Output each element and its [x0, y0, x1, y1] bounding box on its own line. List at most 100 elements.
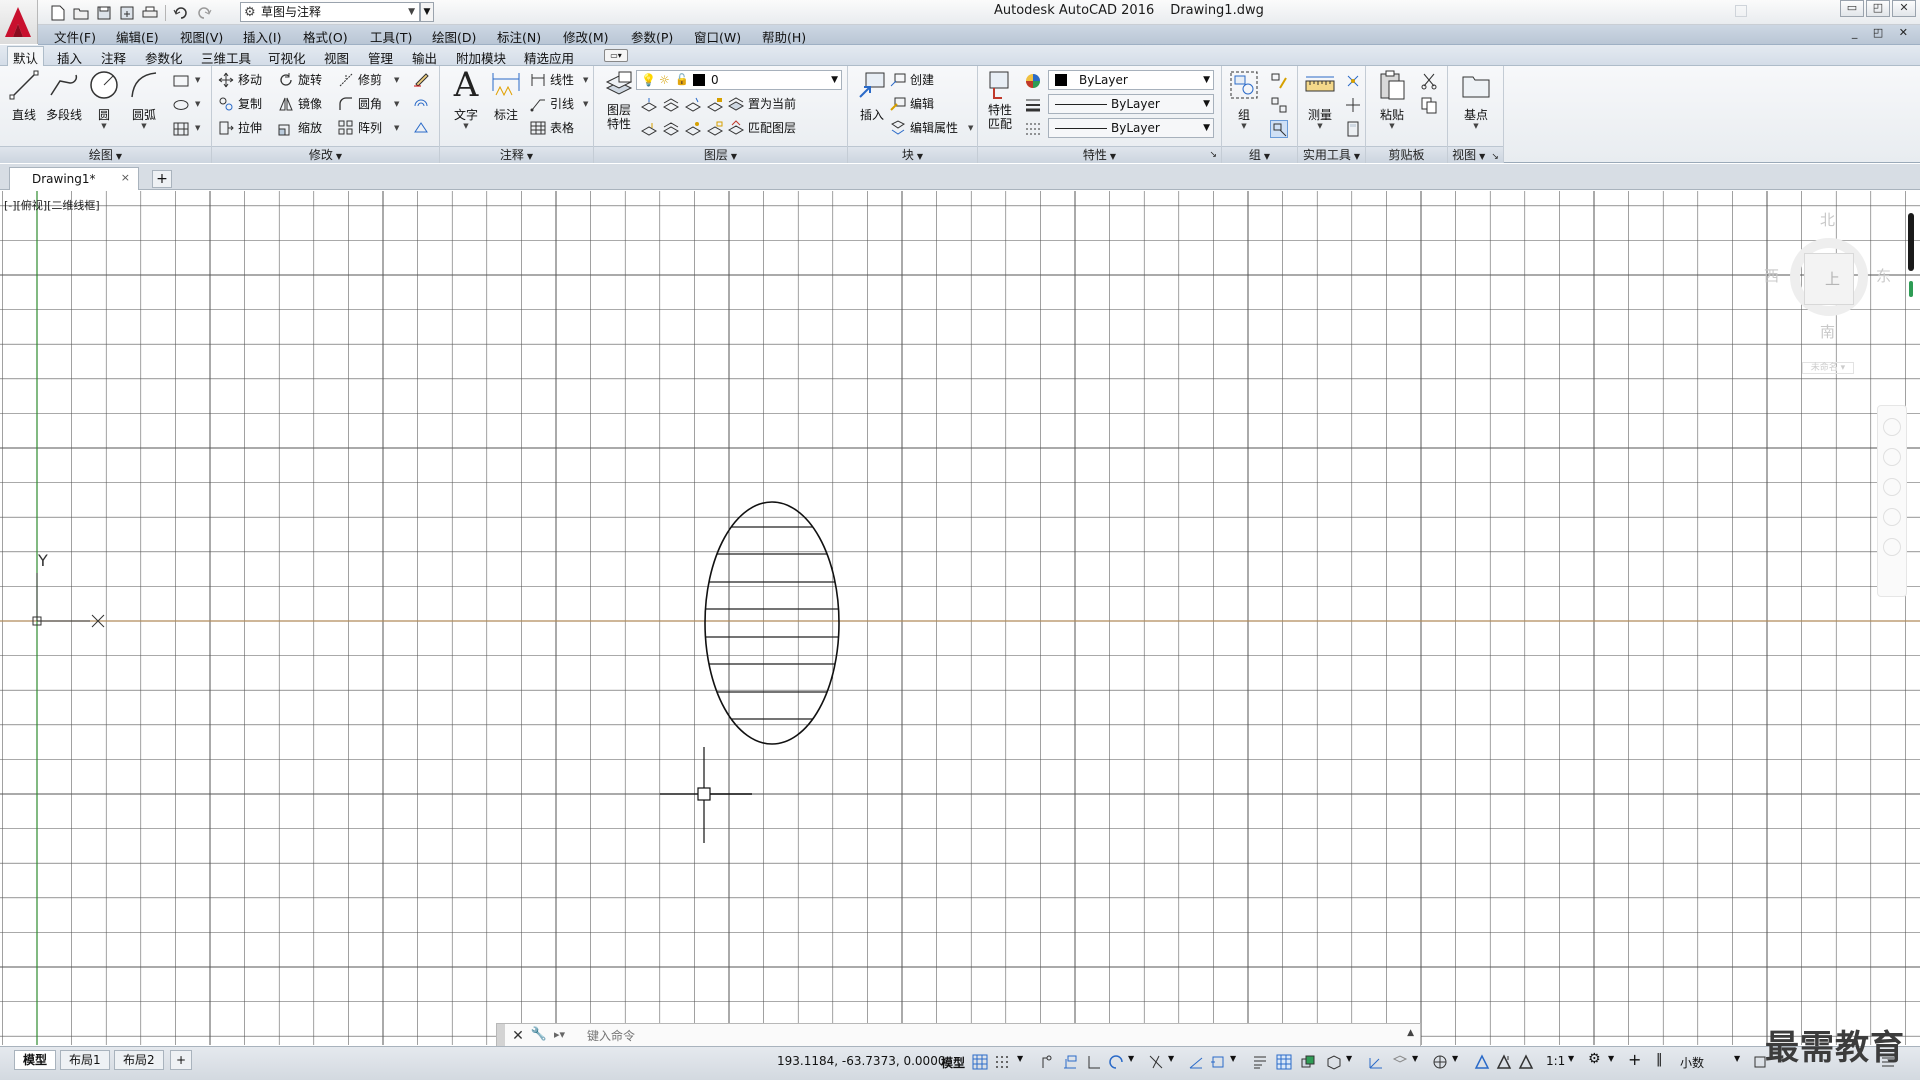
menu-insert[interactable]: 插入(I): [243, 27, 281, 46]
chevron-down-icon[interactable]: ▼: [1412, 1054, 1418, 1063]
chevron-down-icon[interactable]: ▼: [1224, 122, 1264, 130]
group-selection-icon[interactable]: [1270, 120, 1288, 138]
layer-on-icon[interactable]: [640, 120, 658, 138]
menu-modify[interactable]: 修改(M): [563, 27, 609, 46]
viewcube-west[interactable]: 西: [1764, 265, 1779, 286]
calculator-icon[interactable]: [1344, 120, 1362, 138]
match-layer-button[interactable]: 匹配图层: [728, 118, 796, 138]
new-icon[interactable]: [48, 3, 68, 23]
layout-tab-layout1[interactable]: 布局1: [60, 1050, 110, 1070]
command-input[interactable]: [587, 1027, 1397, 1045]
dimension-button[interactable]: 标注: [484, 68, 528, 123]
chevron-down-icon[interactable]: ▼: [1372, 122, 1412, 130]
object-snap-tracking-icon[interactable]: [1188, 1054, 1204, 1070]
mirror-button[interactable]: 镜像: [278, 94, 322, 114]
polyline-button[interactable]: 多段线: [42, 68, 86, 123]
save-icon[interactable]: [94, 3, 114, 23]
lineweight-icon[interactable]: [1024, 96, 1042, 114]
explode-icon[interactable]: [412, 118, 430, 136]
arc-button[interactable]: 圆弧 ▼: [122, 68, 166, 130]
layer-thaw-icon[interactable]: [684, 120, 702, 138]
menu-edit[interactable]: 编辑(E): [116, 27, 159, 46]
group-button[interactable]: 组 ▼: [1224, 68, 1264, 130]
application-menu-button[interactable]: [0, 0, 38, 44]
steering-wheel-icon[interactable]: [1883, 418, 1901, 436]
menu-window[interactable]: 窗口(W): [694, 27, 741, 46]
lineweight-display-icon[interactable]: [1252, 1054, 1268, 1070]
model-space-toggle[interactable]: 模型: [941, 1054, 965, 1071]
restore-button[interactable]: ◰: [1866, 0, 1890, 17]
chevron-down-icon[interactable]: ▼: [1568, 1054, 1574, 1063]
gizmo-icon[interactable]: [1432, 1054, 1448, 1070]
chevron-down-icon[interactable]: ▼: [968, 124, 973, 132]
tab-annotate[interactable]: 注释: [101, 48, 126, 67]
vertical-scrollbar[interactable]: [1908, 213, 1914, 271]
snap-mode-icon[interactable]: [994, 1054, 1010, 1070]
menu-file[interactable]: 文件(F): [54, 27, 96, 46]
menu-tools[interactable]: 工具(T): [370, 27, 412, 46]
chevron-down-icon[interactable]: ▼: [583, 100, 588, 108]
fillet-button[interactable]: 圆角: [338, 94, 382, 114]
dynamic-ucs-icon[interactable]: [1368, 1054, 1384, 1070]
cut-icon[interactable]: [1420, 72, 1438, 90]
viewcube-top-face[interactable]: 上: [1804, 253, 1854, 305]
color-dropdown[interactable]: ByLayer ▼: [1048, 70, 1214, 90]
pan-icon[interactable]: [1883, 448, 1901, 466]
leader-button[interactable]: 引线: [530, 94, 574, 114]
tab-output[interactable]: 输出: [412, 48, 437, 67]
measure-button[interactable]: 测量 ▼: [1300, 68, 1340, 130]
move-button[interactable]: 移动: [218, 70, 262, 90]
annotation-panel-label[interactable]: 注释 ▼: [440, 146, 593, 163]
object-snap-icon[interactable]: [1210, 1054, 1226, 1070]
drawing-area[interactable]: Y [-][俯视][二维线框] 上 北 南 东 西 未命名 ▾: [0, 191, 1920, 1045]
selection-filter-icon[interactable]: [1392, 1054, 1408, 1070]
table-button[interactable]: 表格: [530, 118, 574, 138]
new-tab-button[interactable]: +: [152, 170, 172, 188]
offset-icon[interactable]: [412, 94, 430, 112]
orbit-icon[interactable]: [1883, 508, 1901, 526]
chevron-down-icon[interactable]: ▼: [583, 76, 588, 84]
chevron-down-icon[interactable]: ▼: [394, 76, 399, 84]
lineweight-dropdown[interactable]: ByLayer ▼: [1048, 118, 1214, 138]
annotation-visibility-icon[interactable]: [1474, 1054, 1490, 1070]
chevron-down-icon[interactable]: ▼: [1346, 1054, 1352, 1063]
line-button[interactable]: 直线: [2, 68, 46, 123]
rectangle-icon[interactable]: [172, 72, 190, 90]
layout-tab-layout2[interactable]: 布局2: [114, 1050, 164, 1070]
ungroup-icon[interactable]: [1270, 72, 1288, 90]
command-line-grip[interactable]: [497, 1024, 505, 1048]
wcs-dropdown[interactable]: 未命名 ▾: [1802, 362, 1854, 374]
set-current-button[interactable]: 置为当前: [728, 94, 796, 114]
dynamic-input-icon[interactable]: [1062, 1054, 1078, 1070]
search-box[interactable]: [1735, 5, 1747, 17]
workspace-dropdown[interactable]: ⚙ 草图与注释 ▼: [240, 2, 420, 22]
transparency-icon[interactable]: [1024, 120, 1042, 138]
trim-button[interactable]: 修剪: [338, 70, 382, 90]
coordinate-readout[interactable]: 193.1184, -63.7373, 0.0000: [777, 1054, 945, 1068]
open-icon[interactable]: [71, 3, 91, 23]
copy-clip-icon[interactable]: [1420, 96, 1438, 114]
quick-select-icon[interactable]: [1344, 72, 1362, 90]
edit-attributes-button[interactable]: 编辑属性: [890, 118, 958, 138]
chevron-down-icon[interactable]: ▼: [82, 122, 126, 130]
chevron-down-icon[interactable]: ▼: [1608, 1054, 1614, 1063]
chevron-down-icon[interactable]: ▼: [1734, 1054, 1740, 1063]
groups-panel-label[interactable]: 组 ▼: [1222, 146, 1297, 163]
layer-isolate-icon[interactable]: [662, 96, 680, 114]
close-button[interactable]: ✕: [1892, 0, 1916, 17]
tab-home[interactable]: 默认: [7, 46, 45, 67]
draw-panel-label[interactable]: 绘图 ▼: [0, 146, 211, 163]
create-block-button[interactable]: 创建: [890, 70, 934, 90]
annotation-scale-value[interactable]: 1:1: [1546, 1054, 1565, 1068]
ellipse-icon[interactable]: [172, 96, 190, 114]
tab-featured-apps[interactable]: 精选应用: [524, 48, 574, 67]
tab-parametric[interactable]: 参数化: [145, 48, 183, 67]
rotate-button[interactable]: 旋转: [278, 70, 322, 90]
insert-block-button[interactable]: 插入: [850, 68, 894, 123]
transparency-display-icon[interactable]: [1276, 1054, 1292, 1070]
modify-panel-label[interactable]: 修改 ▼: [212, 146, 439, 163]
layer-unisolate-icon[interactable]: [662, 120, 680, 138]
block-panel-label[interactable]: 块 ▼: [848, 146, 977, 163]
chevron-down-icon[interactable]: ▼: [195, 124, 200, 132]
clipboard-panel-label[interactable]: 剪贴板: [1366, 146, 1447, 163]
